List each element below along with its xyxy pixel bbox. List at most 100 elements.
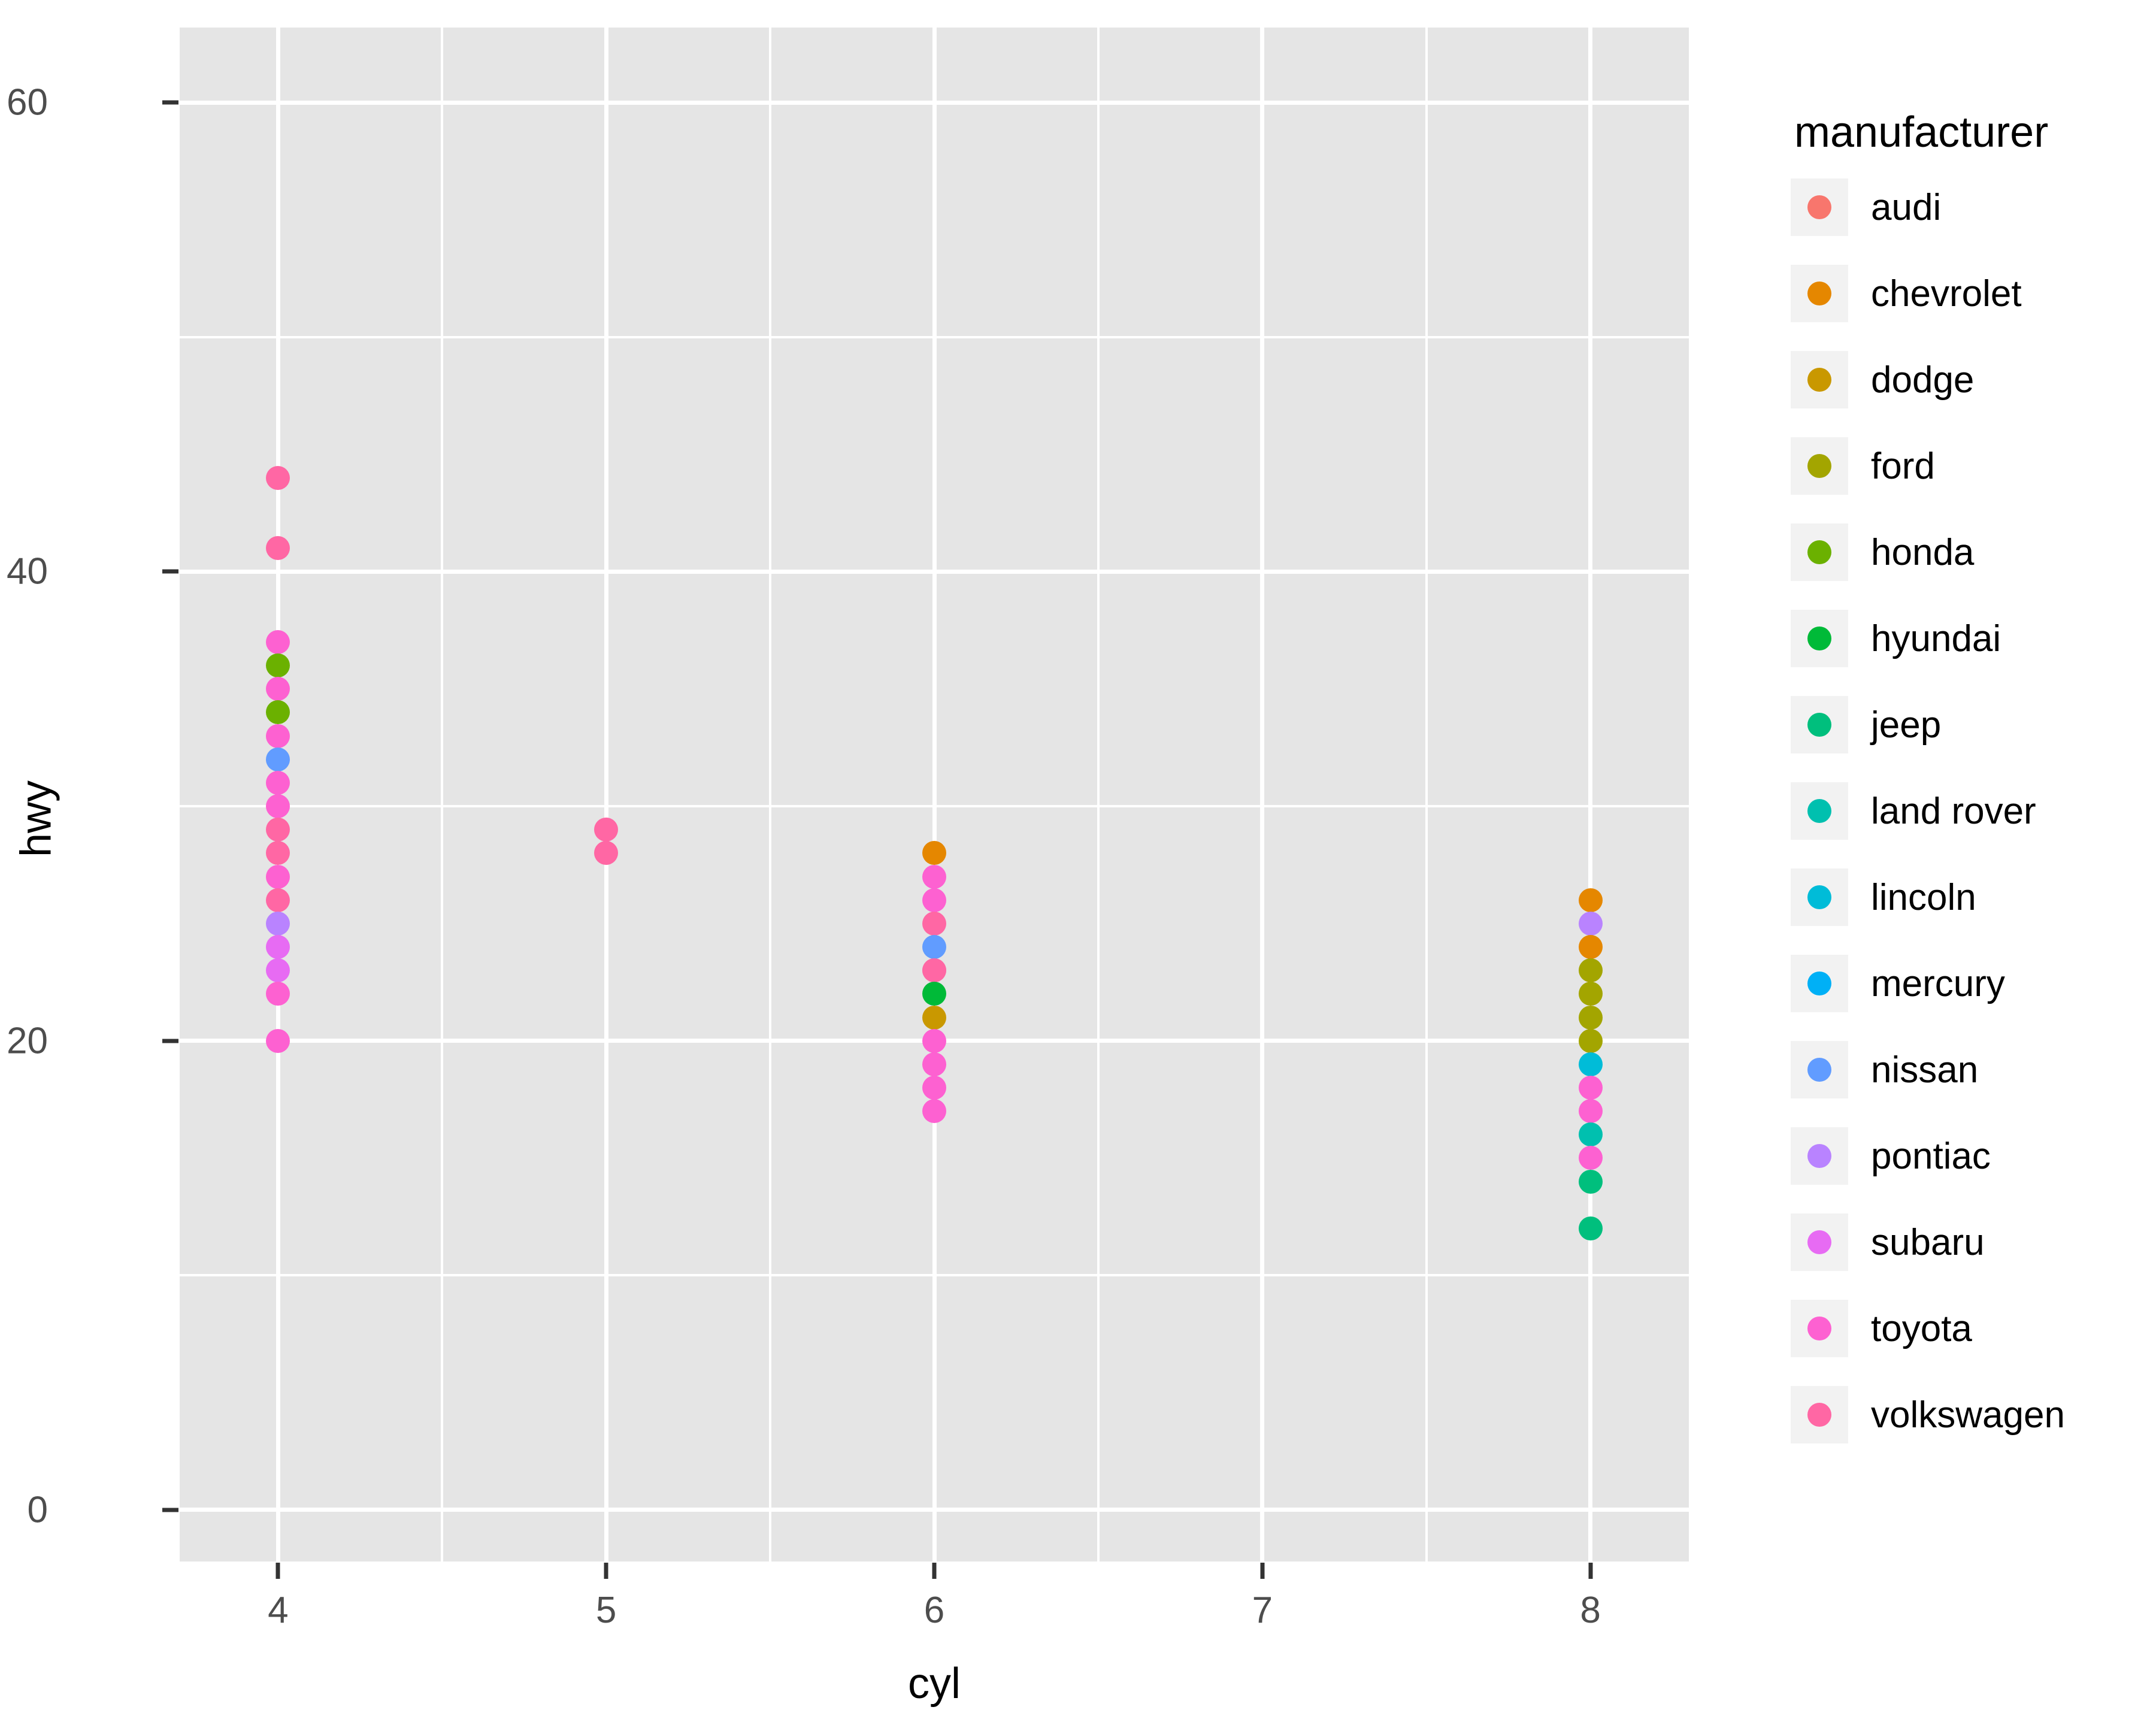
- x-axis-title: cyl: [908, 1660, 961, 1708]
- legend-dot-icon: [1807, 799, 1831, 823]
- legend-item-label: land rover: [1871, 790, 2036, 832]
- legend-item-audi[interactable]: audi: [1791, 178, 2065, 236]
- legend-dot-icon: [1807, 1230, 1831, 1254]
- legend-dot-icon: [1807, 1058, 1831, 1082]
- legend-item-subaru[interactable]: subaru: [1791, 1213, 2065, 1271]
- data-point: [594, 841, 619, 865]
- data-point: [266, 724, 290, 748]
- legend-dot-icon: [1807, 972, 1831, 995]
- legend-item-jeep[interactable]: jeep: [1791, 696, 2065, 753]
- y-tick-mark-40: [162, 569, 178, 574]
- data-point: [266, 911, 290, 936]
- data-point: [922, 1099, 946, 1124]
- data-point: [922, 982, 946, 1006]
- legend-dot-icon: [1807, 195, 1831, 219]
- gridline-x-minor-6.5: [1097, 28, 1100, 1561]
- data-point: [266, 1028, 290, 1053]
- legend-key-swatch: [1791, 1041, 1848, 1098]
- legend-item-label: lincoln: [1871, 876, 1976, 918]
- data-point: [266, 888, 290, 912]
- legend-dot-icon: [1807, 540, 1831, 564]
- data-point: [266, 935, 290, 960]
- legend-item-nissan[interactable]: nissan: [1791, 1041, 2065, 1098]
- legend-key-swatch: [1791, 437, 1848, 495]
- legend-key-swatch: [1791, 955, 1848, 1012]
- legend-item-mercury[interactable]: mercury: [1791, 955, 2065, 1012]
- data-point: [1578, 1216, 1603, 1240]
- legend-item-pontiac[interactable]: pontiac: [1791, 1127, 2065, 1185]
- data-point: [1578, 1075, 1603, 1100]
- data-point: [922, 958, 946, 983]
- data-point: [266, 982, 290, 1006]
- y-tick-mark-20: [162, 1039, 178, 1043]
- data-point: [922, 1005, 946, 1030]
- legend-item-label: nissan: [1871, 1049, 1979, 1091]
- data-point: [594, 818, 619, 842]
- legend-dot-icon: [1807, 627, 1831, 650]
- data-point: [266, 747, 290, 771]
- legend-key-swatch: [1791, 782, 1848, 840]
- data-point: [1578, 1005, 1603, 1030]
- data-point: [922, 864, 946, 889]
- x-tick-label-4: 4: [268, 1590, 289, 1631]
- legend-item-dodge[interactable]: dodge: [1791, 351, 2065, 408]
- data-point: [1578, 935, 1603, 960]
- legend-key-swatch: [1791, 523, 1848, 581]
- legend-dot-icon: [1807, 713, 1831, 737]
- data-point: [1578, 888, 1603, 912]
- x-tick-mark-7: [1260, 1563, 1265, 1579]
- x-tick-mark-8: [1588, 1563, 1593, 1579]
- data-point: [266, 841, 290, 865]
- ggplot-scatter-chart: 0 20 40 60 hwy 45678 cyl manufacturer audi c…: [0, 0, 2156, 1725]
- legend-item-land-rover[interactable]: land rover: [1791, 782, 2065, 840]
- gridline-x-minor-4.5: [441, 28, 444, 1561]
- data-point: [266, 794, 290, 819]
- legend-title: manufacturer: [1794, 108, 2049, 156]
- y-tick-mark-0: [162, 1508, 178, 1512]
- legend-dot-icon: [1807, 1317, 1831, 1340]
- plot-panel: [180, 28, 1689, 1561]
- legend-key-swatch: [1791, 868, 1848, 926]
- legend-dot-icon: [1807, 282, 1831, 305]
- legend-key-swatch: [1791, 1386, 1848, 1443]
- legend-key-swatch: [1791, 1213, 1848, 1271]
- data-point: [266, 677, 290, 701]
- legend-dot-icon: [1807, 368, 1831, 392]
- y-axis-title: hwy: [12, 780, 60, 858]
- data-point: [1578, 1146, 1603, 1170]
- legend-item-label: ford: [1871, 445, 1935, 487]
- legend-key-swatch: [1791, 1127, 1848, 1185]
- legend-item-label: mercury: [1871, 963, 2005, 1004]
- legend-item-hyundai[interactable]: hyundai: [1791, 610, 2065, 667]
- legend-key-swatch: [1791, 610, 1848, 667]
- x-tick-label-7: 7: [1252, 1590, 1273, 1631]
- legend-item-label: jeep: [1871, 704, 1942, 746]
- data-point: [922, 841, 946, 865]
- legend-dot-icon: [1807, 1144, 1831, 1168]
- data-point: [1578, 1028, 1603, 1053]
- legend-key-swatch: [1791, 351, 1848, 408]
- data-point: [266, 536, 290, 561]
- y-tick-mark-60: [162, 100, 178, 105]
- data-point: [1578, 911, 1603, 936]
- legend-item-honda[interactable]: honda: [1791, 523, 2065, 581]
- legend-item-chevrolet[interactable]: chevrolet: [1791, 265, 2065, 322]
- gridline-x-6: [932, 28, 937, 1561]
- legend-item-label: pontiac: [1871, 1135, 1991, 1177]
- data-point: [266, 864, 290, 889]
- x-tick-label-5: 5: [595, 1590, 617, 1631]
- legend-item-ford[interactable]: ford: [1791, 437, 2065, 495]
- data-point: [266, 630, 290, 654]
- legend-item-toyota[interactable]: toyota: [1791, 1300, 2065, 1357]
- legend-key-swatch: [1791, 178, 1848, 236]
- x-tick-mark-5: [604, 1563, 608, 1579]
- legend-item-label: volkswagen: [1871, 1394, 2065, 1436]
- data-point: [266, 700, 290, 725]
- legend-item-label: toyota: [1871, 1308, 1972, 1349]
- data-point: [1578, 1099, 1603, 1124]
- data-point: [1578, 1122, 1603, 1147]
- legend-item-lincoln[interactable]: lincoln: [1791, 868, 2065, 926]
- legend-item-volkswagen[interactable]: volkswagen: [1791, 1386, 2065, 1443]
- data-point: [266, 770, 290, 795]
- data-point: [922, 888, 946, 912]
